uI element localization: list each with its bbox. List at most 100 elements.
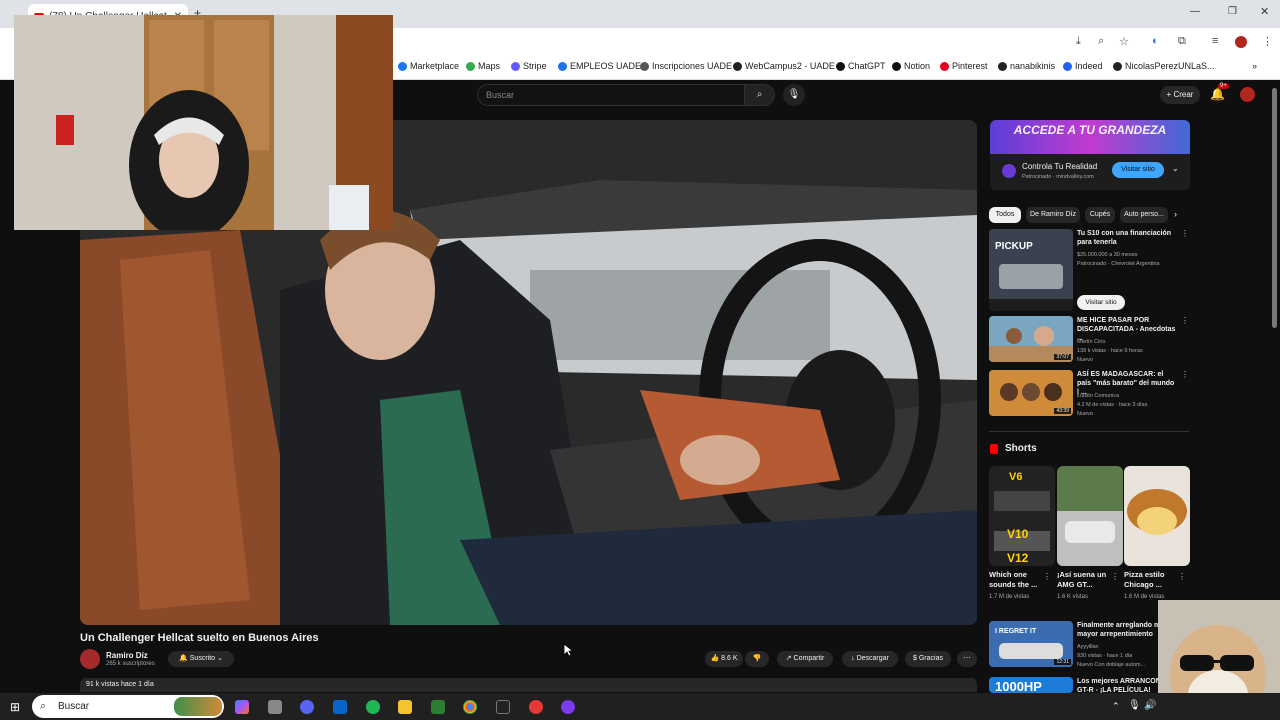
video-thumbnail: PICKUP xyxy=(989,229,1073,311)
bookmark-chatgpt[interactable]: ChatGPT xyxy=(836,61,886,71)
mic-tray-icon[interactable]: 🎙 xyxy=(1128,700,1141,711)
like-button[interactable]: 👍 8.6 K xyxy=(705,651,743,667)
video-meta: Patrocinado · Chevrolet Argentina xyxy=(1077,261,1160,267)
bookmark-stripe[interactable]: Stripe xyxy=(511,61,547,71)
more-icon[interactable]: ⋮ xyxy=(1178,572,1186,581)
bookmarks-overflow-icon[interactable]: » xyxy=(1252,61,1257,71)
short-thumbnail[interactable]: V6 V10 V12 xyxy=(989,466,1055,566)
start-icon[interactable]: ⊞ xyxy=(10,700,20,714)
webcam-overlay xyxy=(14,15,393,230)
list-item[interactable]: 37:07 ME HICE PASAR POR DISCAPACITADA - … xyxy=(989,316,1189,364)
search-highlight-image xyxy=(174,697,222,716)
account-avatar[interactable] xyxy=(1240,87,1255,102)
chips-next-icon[interactable]: › xyxy=(1174,209,1177,219)
bell-icon[interactable]: 🔔 xyxy=(1210,87,1225,101)
bookmark-empleos[interactable]: EMPLEOS UADE xyxy=(558,61,641,71)
zoom-icon[interactable]: ⌕ xyxy=(1098,35,1104,48)
more-icon[interactable]: ⋮ xyxy=(1181,370,1189,379)
spotify-icon[interactable] xyxy=(366,700,380,714)
list-item[interactable]: PICKUP Tu S10 con una financiación para … xyxy=(989,229,1189,313)
video-thumbnail: 43:39 xyxy=(989,370,1073,416)
scrollbar[interactable] xyxy=(1272,88,1277,328)
bookmark-notion[interactable]: Notion xyxy=(892,61,930,71)
outlook-icon[interactable] xyxy=(333,700,347,714)
bookmark-pinterest[interactable]: Pinterest xyxy=(940,61,988,71)
app-icon[interactable] xyxy=(561,700,575,714)
video-title: Tu S10 con una financiación para tenerla xyxy=(1077,230,1171,246)
ad-chevron-icon[interactable]: ⌄ xyxy=(1172,164,1179,173)
bookmark-maps[interactable]: Maps xyxy=(466,61,500,71)
store-icon[interactable] xyxy=(431,700,445,714)
bookmark-webcampus[interactable]: WebCampus2 - UADE xyxy=(733,61,835,71)
bell-small-icon: 🔔 xyxy=(179,655,188,662)
channel-name[interactable]: Ramiro Díz xyxy=(106,651,148,660)
bookmark-nanabikinis[interactable]: nanabikinis xyxy=(998,61,1055,71)
bookmark-marketplace[interactable]: Marketplace xyxy=(398,61,459,71)
share-button[interactable]: ↗ Compartir xyxy=(777,651,833,667)
subscribed-button[interactable]: 🔔 Suscrito ⌄ xyxy=(168,651,234,667)
ad-banner: ACCEDE A TU GRANDEZA xyxy=(990,120,1190,154)
bookmark-inscripciones[interactable]: Inscripciones UADE xyxy=(640,61,732,71)
thumbs-down-icon: 👎 xyxy=(752,655,762,662)
more-icon[interactable]: ⋮ xyxy=(1181,229,1189,238)
thumbs-up-icon: 👍 xyxy=(710,655,720,662)
video-meta: 138 k vistas · hace 9 horas xyxy=(1077,348,1143,354)
chevron-down-icon: ⌄ xyxy=(217,655,223,662)
chip-coupes[interactable]: Cupés xyxy=(1085,207,1115,223)
more-actions-button[interactable]: ⋯ xyxy=(957,651,977,667)
video-meta: Martín Cirio xyxy=(1077,339,1106,345)
description-box[interactable]: 91 k vistas hace 1 día xyxy=(80,678,977,692)
epic-games-icon[interactable] xyxy=(496,700,510,714)
bookmark-github[interactable]: NicolasPerezUNLaS... xyxy=(1113,61,1215,71)
star-icon[interactable]: ☆ xyxy=(1119,35,1129,48)
chip-channel[interactable]: De Ramiro Díz xyxy=(1026,207,1080,223)
search-input[interactable]: Buscar xyxy=(477,84,745,106)
visit-site-button[interactable]: Visitar sitio xyxy=(1077,295,1125,310)
chip-all[interactable]: Todos xyxy=(989,207,1021,223)
short-title: Which one sounds the ... xyxy=(989,570,1038,589)
extension-icon[interactable]: ◐ xyxy=(1152,35,1159,47)
channel-avatar[interactable] xyxy=(80,649,100,669)
ad-card[interactable]: ACCEDE A TU GRANDEZA Controla Tu Realida… xyxy=(990,120,1190,190)
create-button[interactable]: + Crear xyxy=(1160,86,1200,104)
mic-button[interactable]: 🎙 xyxy=(783,84,805,106)
thanks-button[interactable]: $ Gracias xyxy=(905,651,951,667)
media-icon[interactable]: ≡ xyxy=(1212,35,1218,47)
ad-cta-button[interactable]: Visitar sitio xyxy=(1112,162,1164,178)
maximize-icon[interactable]: ❐ xyxy=(1228,6,1237,17)
ad-sponsor: Patrocinado · mindvalley.com xyxy=(1022,174,1094,180)
bookmark-indeed[interactable]: Indeed xyxy=(1063,61,1103,71)
copilot-icon[interactable] xyxy=(235,700,249,714)
list-item[interactable]: 43:39 ASÍ ES MADAGASCAR: el país "más ba… xyxy=(989,370,1189,418)
task-view-icon[interactable] xyxy=(268,700,282,714)
more-icon[interactable]: ⋮ xyxy=(1043,572,1051,581)
short-thumbnail[interactable] xyxy=(1057,466,1123,566)
more-icon[interactable]: ⋮ xyxy=(1111,572,1119,581)
minimize-icon[interactable]: — xyxy=(1190,6,1200,17)
video-duration: 43:39 xyxy=(1054,408,1071,414)
download-button[interactable]: ↓ Descargar xyxy=(842,651,898,667)
app-icon[interactable] xyxy=(529,700,543,714)
more-icon[interactable]: ⋮ xyxy=(1181,316,1189,325)
file-explorer-icon[interactable] xyxy=(398,700,412,714)
chrome-icon[interactable] xyxy=(463,700,477,714)
ad-logo xyxy=(1002,164,1016,178)
short-thumbnail[interactable] xyxy=(1124,466,1190,566)
discord-icon[interactable] xyxy=(300,700,314,714)
svg-text:I REGRET IT: I REGRET IT xyxy=(995,628,1037,635)
close-window-icon[interactable]: ✕ xyxy=(1260,5,1269,18)
menu-icon[interactable]: ⋮ xyxy=(1262,35,1273,48)
puzzle-icon[interactable]: ⧉ xyxy=(1178,35,1186,48)
video-thumbnail: I REGRET IT 12:31 xyxy=(989,621,1073,667)
install-icon[interactable]: ⤓ xyxy=(1076,35,1081,48)
search-button[interactable]: ⌕ xyxy=(745,84,775,106)
tray-chevron-icon[interactable]: ⌃ xyxy=(1112,701,1120,712)
chip-auto[interactable]: Auto perso... xyxy=(1120,207,1168,223)
download-icon: ↓ xyxy=(851,655,855,662)
profile-avatar[interactable] xyxy=(1235,36,1247,48)
notification-badge: 9+ xyxy=(1218,83,1229,89)
volume-icon[interactable]: 🔊 xyxy=(1144,700,1156,711)
svg-text:V6: V6 xyxy=(1009,471,1022,483)
shorts-next-icon[interactable]: › xyxy=(1182,519,1185,530)
dislike-button[interactable]: 👎 xyxy=(745,651,769,667)
